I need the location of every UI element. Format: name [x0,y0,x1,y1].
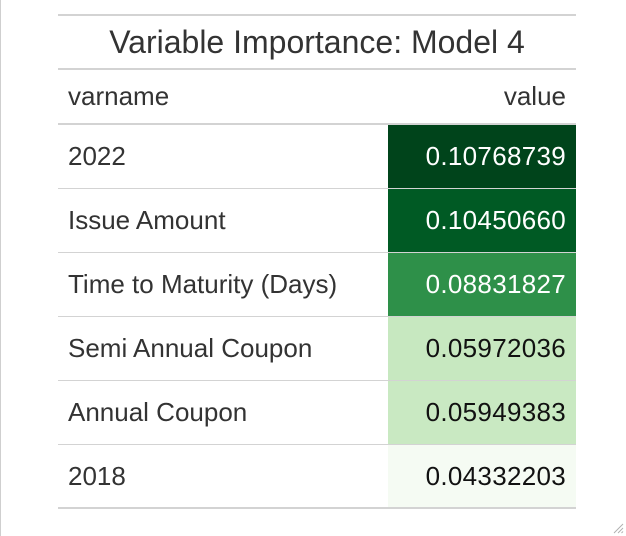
table-row: Time to Maturity (Days) 0.08831827 [58,253,576,317]
table-row: Annual Coupon 0.05949383 [58,381,576,445]
varname-cell: 2018 [68,460,126,491]
variable-importance-table: Variable Importance: Model 4 varname val… [58,14,576,509]
window-left-border [0,0,1,536]
value-cell: 0.08831827 [388,253,576,316]
value-cell: 0.05972036 [388,317,576,380]
varname-cell: 2022 [68,141,126,171]
table-header: varname value [58,70,576,125]
table-row: 2018 0.04332203 [58,445,576,509]
column-header-varname: varname [68,81,170,111]
varname-cell: Semi Annual Coupon [68,333,313,363]
varname-cell: Time to Maturity (Days) [68,269,338,299]
table-row: Semi Annual Coupon 0.05972036 [58,317,576,381]
value-cell: 0.10768739 [388,125,576,188]
column-header-value: value [503,81,566,111]
value-cell: 0.05949383 [388,381,576,444]
value-cell: 0.10450660 [388,189,576,252]
value-cell: 0.04332203 [388,445,576,507]
table-row: 2022 0.10768739 [58,125,576,189]
table-row: Issue Amount 0.10450660 [58,189,576,253]
varname-cell: Annual Coupon [68,397,248,427]
varname-cell: Issue Amount [68,205,226,235]
table-title: Variable Importance: Model 4 [58,14,576,70]
resize-grip-icon[interactable] [610,520,624,534]
